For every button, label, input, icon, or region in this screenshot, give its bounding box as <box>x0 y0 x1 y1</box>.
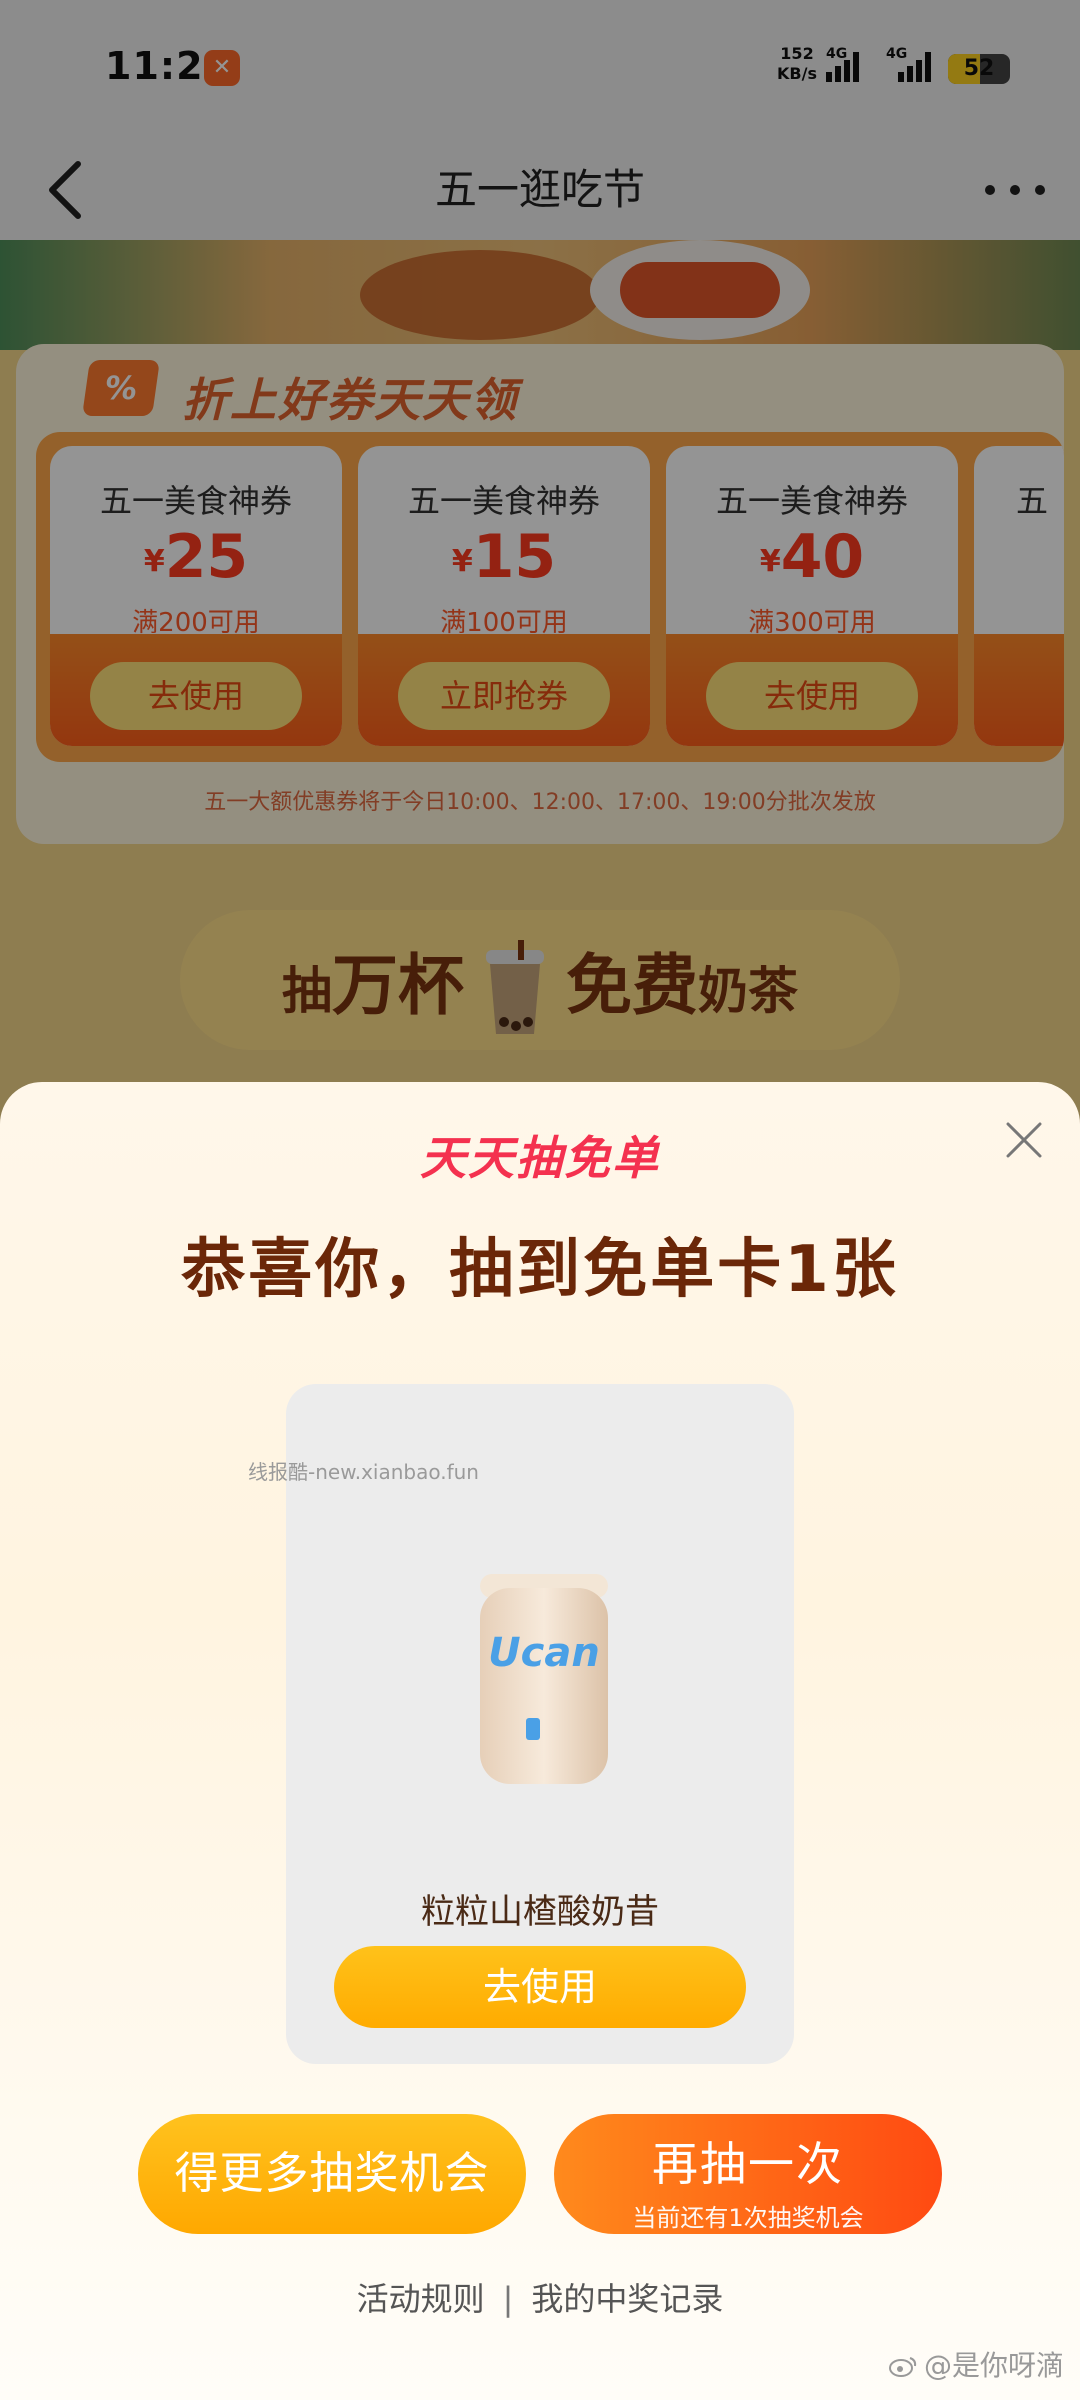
weibo-icon <box>889 2357 917 2377</box>
get-more-chances-button[interactable]: 得更多抽奖机会 <box>138 2114 526 2234</box>
brand-title: 天天抽免单 <box>420 1131 660 1185</box>
win-records-link[interactable]: 我的中奖记录 <box>531 2280 723 2318</box>
drink-can-image: Ucan <box>480 1574 608 1784</box>
prize-bottom-sheet: 天天抽免单 恭喜你，抽到免单卡1张 Ucan 粒粒山楂酸奶昔 去使用 线报酷-n… <box>0 1082 1080 2400</box>
link-separator: | <box>502 2280 514 2318</box>
footer-links: 活动规则 | 我的中奖记录 <box>0 2274 1080 2320</box>
prize-card: Ucan 粒粒山楂酸奶昔 去使用 <box>286 1384 794 2064</box>
remaining-chances-text: 当前还有1次抽奖机会 <box>632 2204 864 2232</box>
rules-link[interactable]: 活动规则 <box>357 2280 485 2318</box>
draw-again-button[interactable]: 再抽一次 当前还有1次抽奖机会 <box>554 2114 942 2234</box>
watermark-text: 线报酷-new.xianbao.fun <box>248 1460 479 1484</box>
draw-again-label: 再抽一次 <box>652 2137 844 2191</box>
win-message-title: 恭喜你，抽到免单卡1张 <box>181 1233 899 1307</box>
drink-brand-label: Ucan <box>488 1630 600 1676</box>
use-prize-button[interactable]: 去使用 <box>334 1946 746 2028</box>
prize-name: 粒粒山楂酸奶昔 <box>421 1892 659 1932</box>
weibo-watermark: @是你呀滴 <box>888 2344 1064 2384</box>
